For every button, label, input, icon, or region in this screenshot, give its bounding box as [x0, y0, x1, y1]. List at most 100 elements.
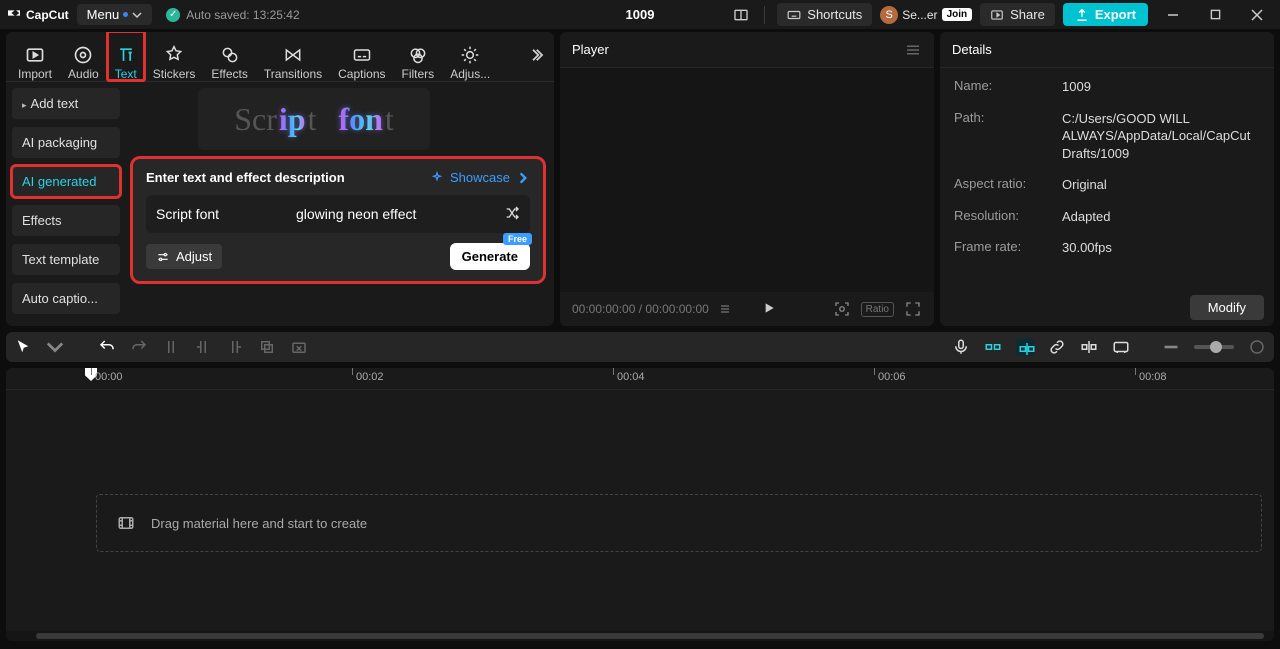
sidebar-effects[interactable]: Effects: [12, 205, 120, 236]
text-icon: [116, 45, 136, 65]
timeline-panel: 00:00 00:02 00:04 00:06 00:08 Drag mater…: [6, 368, 1274, 641]
window-close[interactable]: [1240, 0, 1274, 30]
window-minimize[interactable]: [1156, 0, 1190, 30]
zoom-fit[interactable]: [1248, 338, 1266, 356]
link-tool[interactable]: [1048, 338, 1066, 356]
shuffle-button[interactable]: [504, 205, 520, 224]
shortcuts-button[interactable]: Shortcuts: [777, 3, 872, 26]
scan-icon[interactable]: [833, 300, 851, 318]
media-panel: Import Audio Text Stickers Effects Trans…: [6, 32, 554, 326]
preview-tool[interactable]: [1112, 338, 1130, 356]
tab-transitions[interactable]: Transitions: [256, 32, 330, 81]
sparkle-icon: [430, 171, 444, 185]
menu-button[interactable]: Menu: [77, 4, 153, 25]
timeline-dropzone[interactable]: Drag material here and start to create: [96, 494, 1262, 552]
user-chip[interactable]: S Se...er Join: [880, 6, 972, 24]
autosave-status: ✓ Auto saved: 13:25:42: [166, 8, 299, 22]
zoom-slider[interactable]: [1194, 345, 1234, 349]
captions-icon: [352, 45, 372, 65]
player-menu-icon[interactable]: [904, 41, 922, 59]
sidebar-ai-packaging[interactable]: AI packaging: [12, 127, 120, 158]
magnet-tool[interactable]: [1016, 338, 1034, 356]
trim-right-tool[interactable]: [226, 338, 244, 356]
text-content: Scr ip t fon t Enter text and effect des…: [126, 82, 554, 326]
timeline-ruler[interactable]: 00:00 00:02 00:04 00:06 00:08: [6, 368, 1274, 390]
player-menu-small[interactable]: [719, 303, 731, 315]
check-icon: ✓: [166, 8, 180, 22]
import-icon: [25, 45, 45, 65]
transitions-icon: [283, 45, 303, 65]
timeline-tracks[interactable]: Drag material here and start to create: [6, 390, 1274, 631]
align-tool[interactable]: [1080, 338, 1098, 356]
sidebar-auto-captions[interactable]: Auto captio...: [12, 283, 120, 314]
ai-text-preview[interactable]: Scr ip t fon t: [198, 88, 430, 150]
audio-icon: [73, 45, 93, 65]
media-tabstrip: Import Audio Text Stickers Effects Trans…: [6, 32, 554, 82]
timeline-scrollbar[interactable]: [6, 631, 1274, 641]
sidebar-ai-generated[interactable]: AI generated: [12, 166, 120, 197]
player-controls: 00:00:00:00 / 00:00:00:00 Ratio: [560, 292, 934, 326]
snap-tool[interactable]: [984, 338, 1002, 356]
showcase-link[interactable]: Showcase: [430, 170, 530, 185]
detail-aspect: Original: [1062, 176, 1260, 194]
join-pill[interactable]: Join: [942, 8, 973, 21]
text-sidebar: ▸Add text AI packaging AI generated Effe…: [6, 82, 126, 326]
pointer-tool[interactable]: [14, 338, 32, 356]
sliders-icon: [156, 250, 170, 264]
filters-icon: [408, 45, 428, 65]
font-input[interactable]: Script font: [156, 206, 296, 222]
detail-path: C:/Users/GOOD WILL ALWAYS/AppData/Local/…: [1062, 110, 1260, 163]
adjust-button[interactable]: Adjust: [146, 244, 222, 269]
keyboard-icon: [787, 8, 801, 22]
media-body: ▸Add text AI packaging AI generated Effe…: [6, 82, 554, 326]
ai-generate-card: Enter text and effect description Showca…: [132, 158, 544, 282]
layout-button[interactable]: [730, 4, 752, 26]
pointer-chevron[interactable]: [46, 338, 64, 356]
window-maximize[interactable]: [1198, 0, 1232, 30]
fullscreen-icon[interactable]: [904, 300, 922, 318]
tab-audio[interactable]: Audio: [60, 32, 107, 81]
player-viewport[interactable]: [560, 68, 934, 292]
details-title: Details: [952, 42, 992, 57]
zoom-out[interactable]: [1162, 338, 1180, 356]
share-button[interactable]: Share: [980, 3, 1055, 26]
upper-panels: Import Audio Text Stickers Effects Trans…: [0, 30, 1280, 328]
split-tool[interactable]: [162, 338, 180, 356]
tab-text[interactable]: Text: [107, 32, 145, 81]
sidebar-text-template[interactable]: Text template: [12, 244, 120, 275]
titlebar: CapCut Menu ✓ Auto saved: 13:25:42 1009 …: [0, 0, 1280, 30]
sidebar-add-text[interactable]: ▸Add text: [12, 88, 120, 119]
tabs-overflow[interactable]: [530, 46, 548, 67]
trim-left-tool[interactable]: [194, 338, 212, 356]
timecode: 00:00:00:00 / 00:00:00:00: [572, 302, 709, 316]
mic-tool[interactable]: [952, 338, 970, 356]
titlebar-right: Shortcuts S Se...er Join Share Export: [730, 0, 1274, 30]
tab-stickers[interactable]: Stickers: [145, 32, 204, 81]
ai-input-row[interactable]: Script font glowing neon effect: [146, 195, 530, 233]
free-badge: Free: [503, 233, 532, 245]
film-icon: [117, 514, 135, 532]
menu-dot-icon: [123, 12, 128, 17]
redo-button[interactable]: [130, 338, 148, 356]
player-title: Player: [572, 42, 609, 57]
delete-tool[interactable]: [290, 338, 308, 356]
tab-filters[interactable]: Filters: [394, 32, 443, 81]
adjust-icon: [460, 45, 480, 65]
effect-input[interactable]: glowing neon effect: [296, 206, 416, 222]
tab-import[interactable]: Import: [10, 32, 60, 81]
tab-captions[interactable]: Captions: [330, 32, 393, 81]
copy-tool[interactable]: [258, 338, 276, 356]
tab-effects[interactable]: Effects: [203, 32, 255, 81]
ratio-button[interactable]: Ratio: [861, 302, 894, 317]
chevron-down-icon: [132, 10, 142, 20]
play-button[interactable]: [761, 300, 777, 319]
stickers-icon: [164, 45, 184, 65]
brand-text: CapCut: [26, 8, 69, 22]
app-logo: CapCut: [6, 7, 69, 23]
modify-button[interactable]: Modify: [1190, 295, 1264, 320]
tab-adjust[interactable]: Adjus...: [442, 32, 516, 81]
timeline-toolbar: [6, 332, 1274, 362]
undo-button[interactable]: [98, 338, 116, 356]
generate-button[interactable]: Generate: [450, 243, 530, 270]
export-button[interactable]: Export: [1063, 3, 1148, 26]
